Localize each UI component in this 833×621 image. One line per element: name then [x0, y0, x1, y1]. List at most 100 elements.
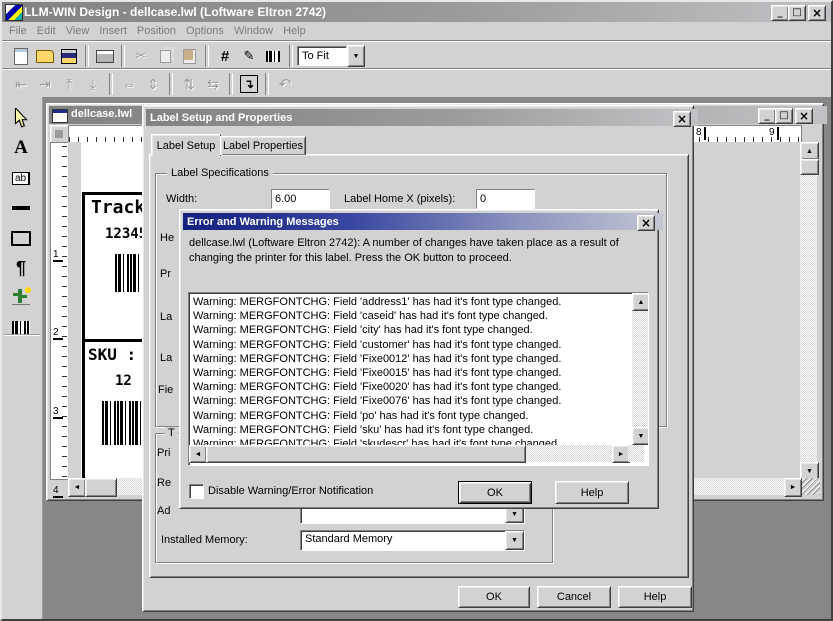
width-input[interactable]: [272, 190, 329, 208]
error-close-icon[interactable]: ×: [637, 215, 655, 231]
list-scroll-left-icon[interactable]: ◄: [189, 445, 207, 463]
resize-grip[interactable]: [802, 478, 820, 495]
align-left-icon[interactable]: ⇤: [9, 72, 33, 96]
print-label-clipped: Pr: [160, 268, 171, 280]
barcode-tool[interactable]: [8, 315, 34, 341]
scroll-right-icon[interactable]: ►: [784, 478, 802, 497]
textbox-icon: ab: [12, 172, 30, 185]
paragraph-tool[interactable]: ¶: [8, 255, 34, 281]
installed-memory-combo[interactable]: Standard Memory ▼: [300, 530, 525, 551]
barcode-view-button[interactable]: [261, 44, 285, 68]
menu-item[interactable]: Help: [278, 23, 311, 39]
rotate-button[interactable]: ↴: [237, 72, 261, 96]
new-document-button[interactable]: [9, 44, 33, 68]
doc-close-icon[interactable]: ×: [795, 108, 813, 124]
list-scroll-up-icon[interactable]: ▲: [632, 293, 649, 311]
setup-dialog-titlebar: Label Setup and Properties: [146, 109, 698, 126]
warning-line[interactable]: Warning: MERGFONTCHG: Field 'city' has h…: [193, 323, 623, 337]
image-tool[interactable]: [8, 285, 34, 311]
copy-button[interactable]: [153, 44, 177, 68]
list-vertical-scrollbar[interactable]: ▲ ▼: [632, 293, 648, 445]
space-across-icon[interactable]: ⇔: [117, 72, 141, 96]
menu-item[interactable]: Options: [181, 23, 229, 39]
label-home-x-input[interactable]: [477, 190, 534, 208]
list-horizontal-scrollbar[interactable]: ◄ ►: [189, 445, 628, 462]
cactus-arm: [22, 295, 27, 298]
paste-button[interactable]: [177, 44, 201, 68]
warning-line[interactable]: Warning: MERGFONTCHG: Field 'sku' has ha…: [193, 423, 623, 437]
doc-minimize-icon[interactable]: _: [758, 108, 776, 124]
zoom-combo[interactable]: To Fit: [297, 46, 347, 66]
label-field-number2[interactable]: 12: [115, 373, 132, 389]
tab-label-properties[interactable]: Label Properties: [220, 136, 306, 155]
minimize-icon[interactable]: _: [771, 5, 789, 21]
menu-item[interactable]: Insert: [94, 23, 132, 39]
open-file-button[interactable]: [33, 44, 57, 68]
pointer-tool[interactable]: [8, 105, 34, 131]
window-title: LLM-WIN Design - dellcase.lwl (Loftware …: [24, 5, 326, 19]
disable-warning-checkbox[interactable]: [189, 484, 204, 499]
label-field-sku[interactable]: SKU :: [88, 345, 136, 364]
scroll-left-icon[interactable]: ◄: [68, 478, 86, 497]
menu-item[interactable]: Window: [229, 23, 278, 39]
warning-line[interactable]: Warning: MERGFONTCHG: Field 'caseid' has…: [193, 309, 623, 323]
warning-line[interactable]: Warning: MERGFONTCHG: Field 'skudescr' h…: [193, 437, 623, 445]
toolbar-separator: [265, 73, 269, 95]
warning-list: Warning: MERGFONTCHG: Field 'address1' h…: [193, 295, 623, 445]
label-field-track[interactable]: Track: [91, 197, 145, 218]
text-tool[interactable]: A: [8, 135, 34, 161]
align-bottom-icon[interactable]: ⤓: [81, 72, 105, 96]
textbox-tool[interactable]: ab: [8, 165, 34, 191]
menu-item[interactable]: Position: [132, 23, 181, 39]
line-tool[interactable]: [8, 195, 34, 221]
list-h-scroll-thumb[interactable]: [206, 445, 526, 463]
align-right-icon[interactable]: ⇥: [33, 72, 57, 96]
space-down-icon[interactable]: ⇕: [141, 72, 165, 96]
setup-ok-button[interactable]: OK: [458, 586, 530, 608]
setup-cancel-button[interactable]: Cancel: [537, 586, 611, 608]
pen-icon[interactable]: ✎: [237, 44, 261, 68]
warning-line[interactable]: Warning: MERGFONTCHG: Field 'customer' h…: [193, 338, 623, 352]
compress-vertical-icon[interactable]: ⇅: [177, 72, 201, 96]
warning-line[interactable]: Warning: MERGFONTCHG: Field 'Fixe0020' h…: [193, 380, 623, 394]
toolbar-separator: [109, 73, 113, 95]
list-scroll-down-icon[interactable]: ▼: [632, 427, 649, 445]
print-button[interactable]: [93, 44, 117, 68]
setup-help-button[interactable]: Help: [618, 586, 692, 608]
error-ok-button[interactable]: OK: [458, 481, 532, 504]
label-field-number1[interactable]: 12345: [105, 226, 147, 242]
doc-vertical-scrollbar[interactable]: ▲ ▼: [800, 142, 817, 478]
setup-close-icon[interactable]: ×: [673, 111, 691, 127]
save-button[interactable]: [57, 44, 81, 68]
v-scroll-thumb[interactable]: [800, 159, 819, 175]
button-label: OK: [487, 487, 503, 499]
warning-listbox[interactable]: Warning: MERGFONTCHG: Field 'address1' h…: [188, 292, 649, 466]
close-icon[interactable]: ×: [808, 5, 826, 21]
scroll-up-icon[interactable]: ▲: [800, 142, 819, 160]
undo-icon[interactable]: ↶: [273, 72, 297, 96]
tab-label-setup[interactable]: Label Setup: [151, 134, 221, 156]
menu-item[interactable]: View: [61, 23, 95, 39]
rectangle-tool[interactable]: [8, 225, 34, 251]
toolbar-separator: [205, 45, 209, 67]
doc-maximize-icon[interactable]: □: [775, 108, 793, 124]
align-top-icon[interactable]: ⤒: [57, 72, 81, 96]
warning-line[interactable]: Warning: MERGFONTCHG: Field 'Fixe0015' h…: [193, 366, 623, 380]
menu-item[interactable]: File: [4, 23, 32, 39]
warning-line[interactable]: Warning: MERGFONTCHG: Field 'address1' h…: [193, 295, 623, 309]
warning-line[interactable]: Warning: MERGFONTCHG: Field 'po' has had…: [193, 409, 623, 423]
zoom-dropdown-icon[interactable]: ▼: [347, 45, 365, 67]
combo-dropdown-icon[interactable]: ▼: [505, 531, 524, 550]
cut-icon[interactable]: ✂: [129, 44, 153, 68]
ruler-corner-box: [55, 130, 63, 138]
grid-icon[interactable]: #: [213, 44, 237, 68]
compress-horizontal-icon[interactable]: ⇆: [201, 72, 225, 96]
h-scroll-thumb[interactable]: [85, 478, 117, 497]
menu-item[interactable]: Edit: [32, 23, 61, 39]
maximize-icon[interactable]: □: [788, 5, 806, 21]
toolbar-alignment: ⇤ ⇥ ⤒ ⤓ ⇔ ⇕ ⇅ ⇆ ↴ ↶: [2, 69, 833, 98]
warning-line[interactable]: Warning: MERGFONTCHG: Field 'Fixe0076' h…: [193, 394, 623, 408]
warning-line[interactable]: Warning: MERGFONTCHG: Field 'Fixe0012' h…: [193, 352, 623, 366]
toolbar-separator: [85, 45, 89, 67]
error-help-button[interactable]: Help: [555, 481, 629, 504]
